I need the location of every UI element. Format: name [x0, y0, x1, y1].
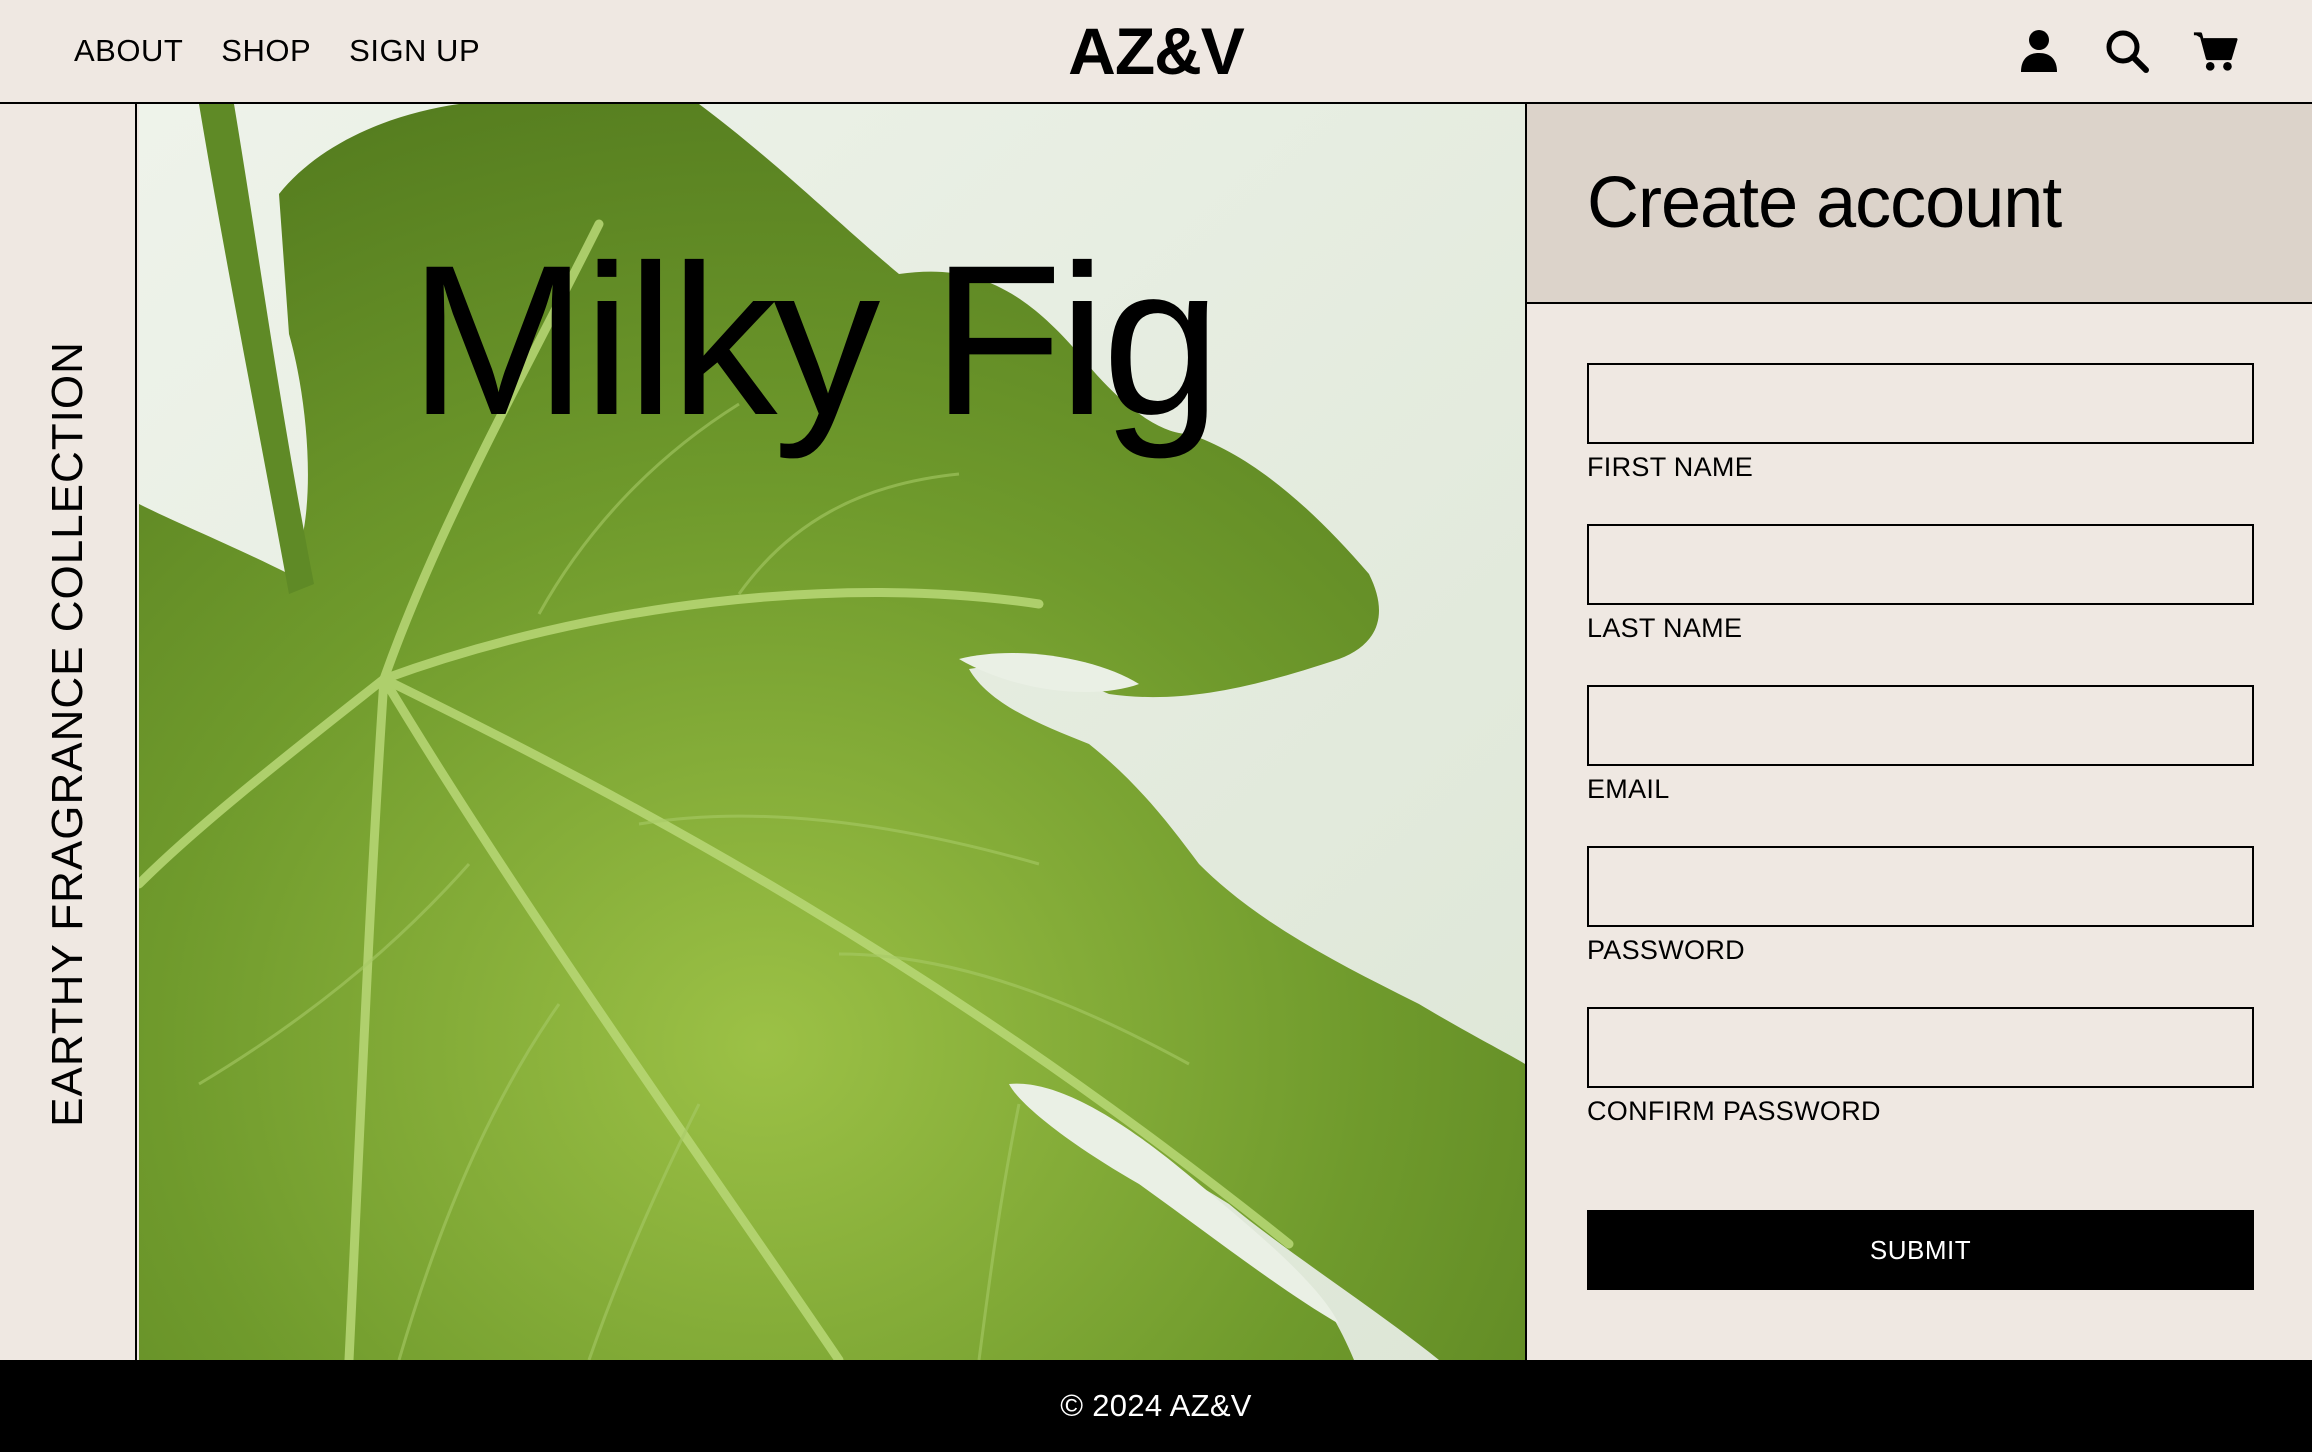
email-input[interactable]	[1587, 685, 2254, 766]
copyright-text: © 2024 AZ&V	[1060, 1388, 1252, 1423]
confirm-password-field-group: CONFIRM PASSWORD	[1587, 1007, 2254, 1127]
create-account-panel: Create account FIRST NAME LAST NAME EMAI…	[1525, 104, 2312, 1360]
confirm-password-label: CONFIRM PASSWORD	[1587, 1096, 1881, 1126]
panel-header: Create account	[1527, 104, 2312, 304]
confirm-password-input[interactable]	[1587, 1007, 2254, 1088]
search-icon[interactable]	[2104, 28, 2150, 74]
nav-about-link[interactable]: ABOUT	[74, 33, 183, 69]
hero-image: Milky Fig	[139, 104, 1525, 1360]
user-icon[interactable]	[2016, 28, 2062, 74]
last-name-label: LAST NAME	[1587, 613, 1743, 643]
submit-button[interactable]: SUBMIT	[1587, 1210, 2254, 1290]
hero-title: Milky Fig	[409, 221, 1221, 460]
last-name-input[interactable]	[1587, 524, 2254, 605]
password-label: PASSWORD	[1587, 935, 1745, 965]
brand-logo[interactable]: AZ&V	[1068, 13, 1245, 89]
email-label: EMAIL	[1587, 774, 1670, 804]
form-heading: Create account	[1587, 163, 2062, 243]
last-name-field-group: LAST NAME	[1587, 524, 2254, 644]
email-field-group: EMAIL	[1587, 685, 2254, 805]
signup-form: FIRST NAME LAST NAME EMAIL PASSWORD CONF…	[1587, 363, 2254, 1168]
collection-side-band: EARTHY FRAGRANCE COLLECTION	[0, 104, 137, 1360]
nav-sign-up-link[interactable]: SIGN UP	[349, 33, 480, 69]
nav-shop-link[interactable]: SHOP	[221, 33, 311, 69]
header-icons	[2016, 0, 2238, 102]
first-name-field-group: FIRST NAME	[1587, 363, 2254, 483]
first-name-input[interactable]	[1587, 363, 2254, 444]
cart-icon[interactable]	[2192, 28, 2238, 74]
collection-label: EARTHY FRAGRANCE COLLECTION	[43, 341, 92, 1127]
site-footer: © 2024 AZ&V	[0, 1360, 2312, 1452]
password-field-group: PASSWORD	[1587, 846, 2254, 966]
password-input[interactable]	[1587, 846, 2254, 927]
first-name-label: FIRST NAME	[1587, 452, 1754, 482]
main-nav: ABOUT SHOP SIGN UP	[74, 0, 480, 102]
site-header: ABOUT SHOP SIGN UP AZ&V	[0, 0, 2312, 104]
